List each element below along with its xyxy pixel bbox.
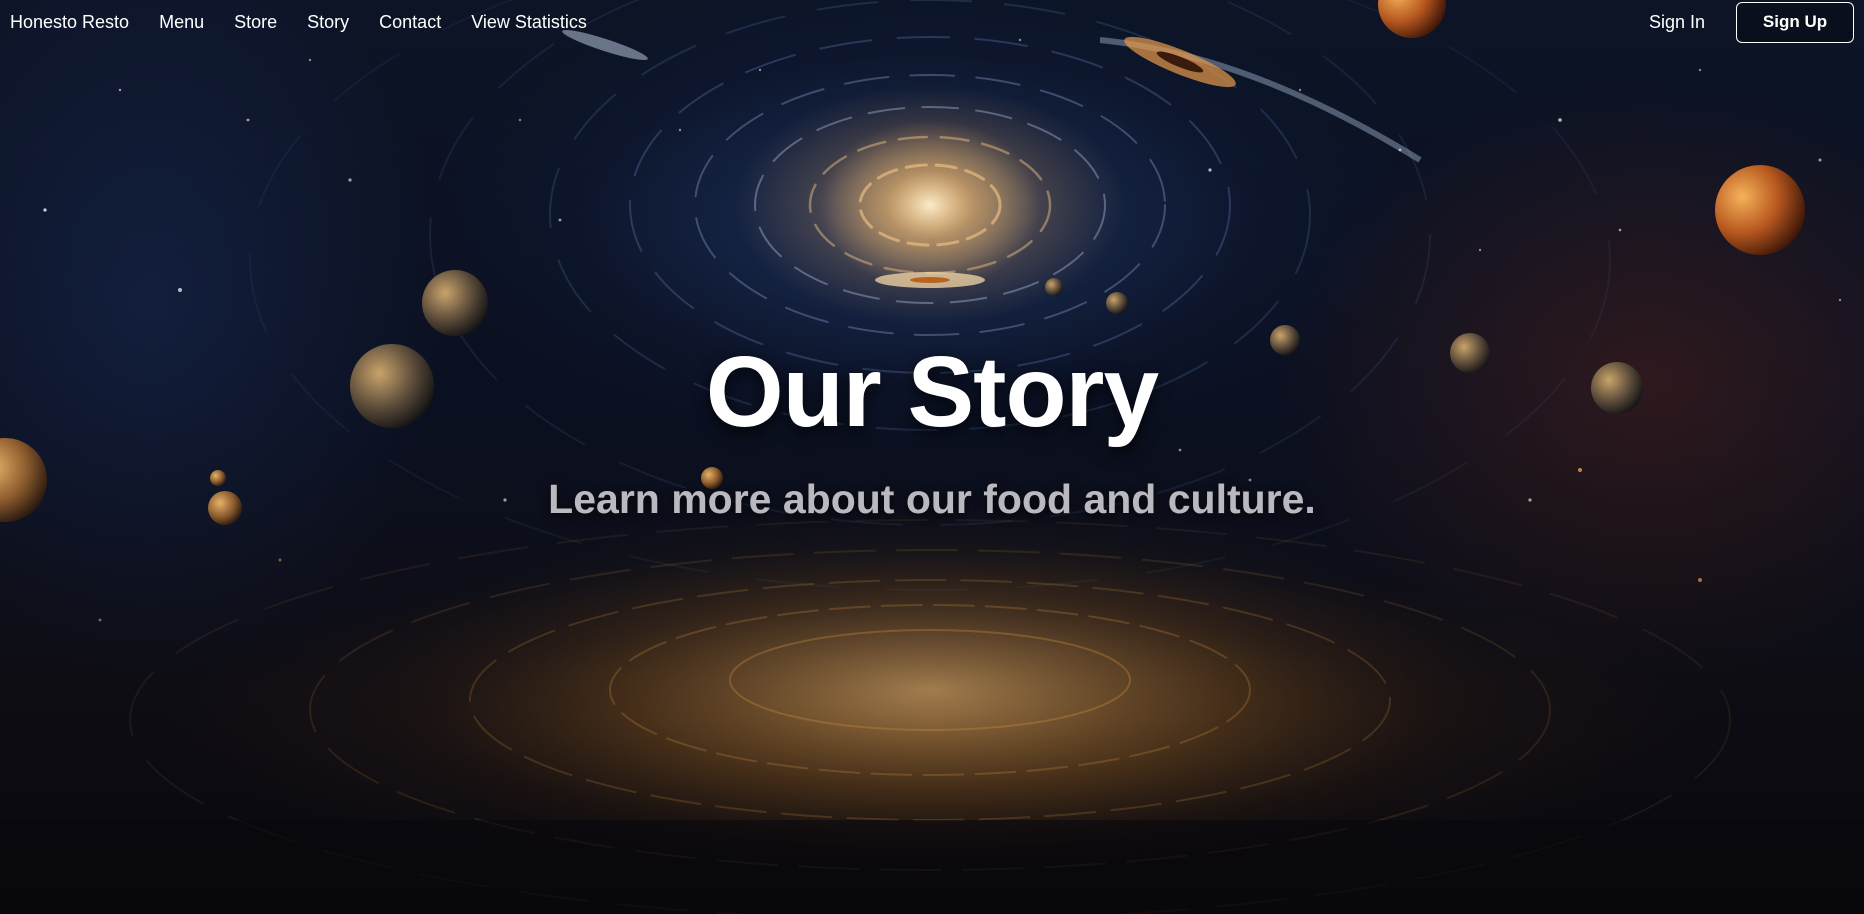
- sign-up-button[interactable]: Sign Up: [1736, 1, 1854, 43]
- hero-subtitle: Learn more about our food and culture.: [548, 476, 1316, 522]
- brand-link[interactable]: Honesto Resto: [10, 12, 129, 33]
- nav-link-menu[interactable]: Menu: [159, 12, 204, 33]
- nav-right-group: Sign In Sign Up: [1649, 0, 1854, 44]
- nav-link-view-statistics[interactable]: View Statistics: [471, 12, 587, 33]
- hero-title: Our Story: [705, 336, 1159, 448]
- page: Honesto Resto Menu Store Story Contact V…: [0, 0, 1864, 914]
- nav-link-story[interactable]: Story: [307, 12, 349, 33]
- sign-in-link[interactable]: Sign In: [1649, 12, 1705, 33]
- nav-link-contact[interactable]: Contact: [379, 12, 441, 33]
- nav-left-group: Honesto Resto Menu Store Story Contact V…: [0, 12, 617, 33]
- top-navbar: Honesto Resto Menu Store Story Contact V…: [0, 0, 1864, 44]
- nav-link-store[interactable]: Store: [234, 12, 277, 33]
- hero-section: Our Story Learn more about our food and …: [0, 330, 1864, 527]
